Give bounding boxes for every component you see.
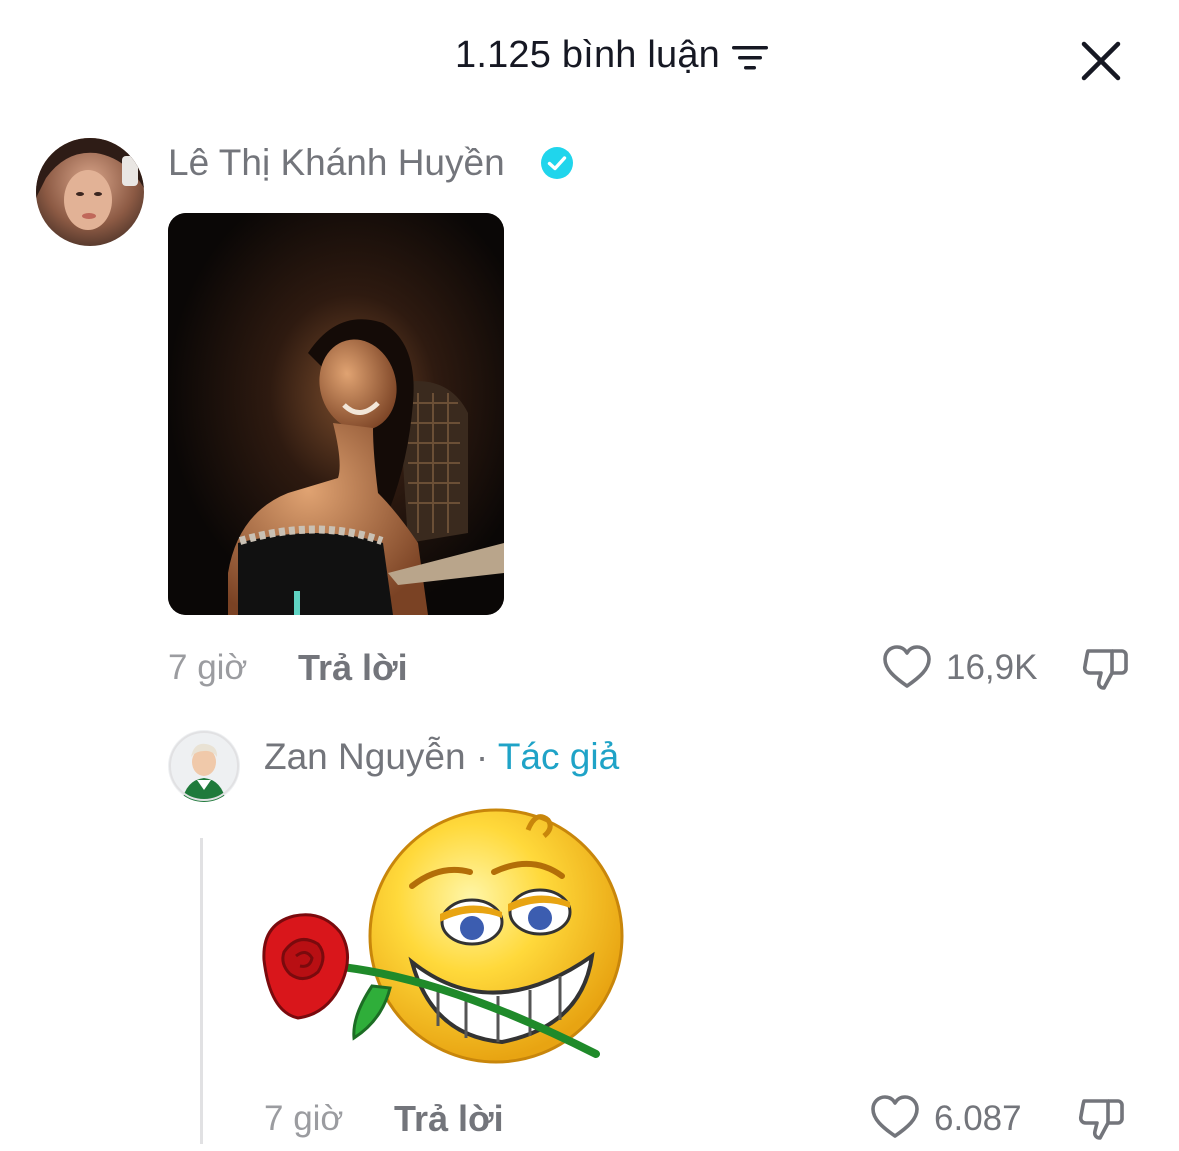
comment-time: 7 giờ bbox=[168, 648, 248, 687]
reply-thread-line bbox=[200, 838, 203, 1144]
reply-time: 7 giờ bbox=[264, 1099, 344, 1138]
like-count: 16,9K bbox=[946, 648, 1038, 687]
reply-button[interactable]: Trả lời bbox=[394, 1098, 504, 1140]
user-avatar[interactable] bbox=[168, 730, 240, 802]
dislike-icon[interactable] bbox=[1078, 642, 1132, 692]
user-avatar[interactable] bbox=[36, 138, 144, 246]
close-icon[interactable] bbox=[1076, 36, 1126, 86]
heart-icon[interactable] bbox=[868, 1092, 922, 1142]
comments-header: 1.125 bình luận bbox=[0, 28, 1179, 88]
author-badge: Tác giả bbox=[497, 736, 620, 777]
comment-photo[interactable] bbox=[168, 213, 504, 615]
separator-dot: · bbox=[475, 736, 489, 777]
like-count: 6.087 bbox=[934, 1099, 1022, 1138]
sticker-emoji-with-rose[interactable] bbox=[262, 806, 628, 1066]
comments-sheet: 1.125 bình luận Lê Thị Khánh Huyền 7 giờ… bbox=[0, 0, 1179, 1151]
reply-username[interactable]: Zan Nguyễn · Tác giả bbox=[264, 736, 619, 778]
filter-icon[interactable] bbox=[732, 42, 768, 74]
comment-username[interactable]: Lê Thị Khánh Huyền bbox=[168, 142, 505, 184]
reply-username-text[interactable]: Zan Nguyễn bbox=[264, 736, 466, 777]
verified-icon bbox=[541, 147, 573, 179]
heart-icon[interactable] bbox=[880, 642, 934, 692]
reply-button[interactable]: Trả lời bbox=[298, 647, 408, 689]
dislike-icon[interactable] bbox=[1074, 1092, 1128, 1142]
comment-count-title: 1.125 bình luận bbox=[455, 34, 721, 76]
